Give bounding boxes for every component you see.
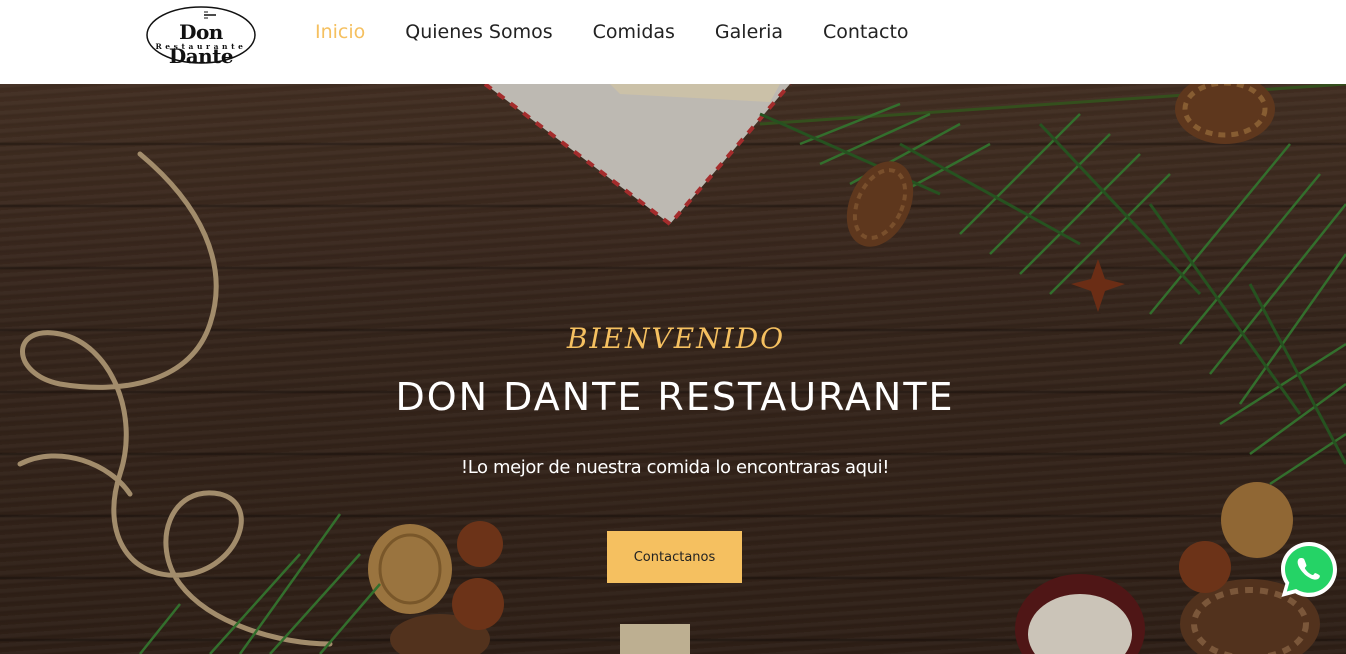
hero-title: DON DANTE RESTAURANTE — [395, 375, 955, 419]
logo-subtitle: Restaurante — [155, 42, 247, 51]
fork-knife-icon — [204, 11, 216, 19]
whatsapp-icon — [1281, 542, 1337, 597]
whatsapp-button[interactable] — [1278, 539, 1340, 601]
nav-inicio[interactable]: Inicio — [315, 21, 365, 47]
nav-quienes-somos[interactable]: Quienes Somos — [405, 21, 552, 47]
nav-galeria[interactable]: Galeria — [715, 21, 783, 47]
hero-banner: BIENVENIDO DON DANTE RESTAURANTE !Lo mej… — [0, 84, 1346, 654]
hero-content: BIENVENIDO DON DANTE RESTAURANTE !Lo mej… — [0, 84, 1346, 654]
site-header: Don Dante Restaurante Inicio Quienes Som… — [0, 0, 1346, 84]
main-nav: Inicio Quienes Somos Comidas Galeria Con… — [315, 21, 949, 47]
nav-comidas[interactable]: Comidas — [593, 21, 675, 47]
welcome-text: BIENVENIDO — [566, 322, 786, 355]
logo[interactable]: Don Dante Restaurante — [145, 5, 257, 68]
nav-contacto[interactable]: Contacto — [823, 21, 909, 47]
contact-button[interactable]: Contactanos — [607, 531, 742, 583]
hero-subtitle: !Lo mejor de nuestra comida lo encontrar… — [460, 457, 890, 478]
